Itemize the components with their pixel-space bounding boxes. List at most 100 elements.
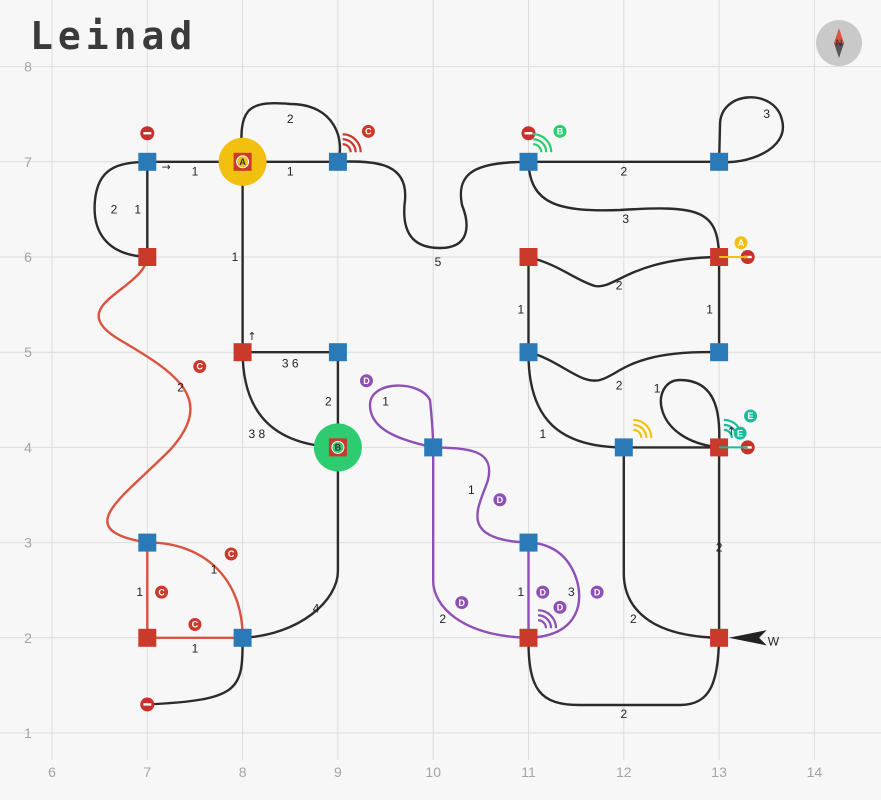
compass-icon: N bbox=[816, 20, 862, 66]
track-length-label: 2 bbox=[616, 379, 623, 393]
track-node bbox=[138, 152, 157, 171]
track-length-label: W bbox=[768, 635, 780, 649]
map-title: Leinad bbox=[30, 14, 198, 58]
track-length-label: 1 bbox=[539, 427, 546, 441]
svg-text:D: D bbox=[459, 598, 466, 608]
line-badge-b: B bbox=[553, 124, 567, 138]
line-badge-a: A bbox=[734, 236, 748, 250]
track-segment bbox=[241, 161, 340, 448]
svg-text:C: C bbox=[196, 362, 203, 372]
svg-text:D: D bbox=[540, 587, 547, 597]
track-length-label: 2 bbox=[616, 279, 623, 293]
direction-arrow-icon: ↑ bbox=[247, 330, 256, 343]
track-segment bbox=[97, 256, 192, 544]
track-length-label: 1 bbox=[287, 164, 294, 178]
line-badge-d: D bbox=[553, 600, 567, 614]
line-badge-c: C bbox=[193, 359, 207, 373]
track-length-label: 1 bbox=[518, 585, 525, 599]
svg-text:C: C bbox=[192, 620, 199, 630]
track-length-label: 3 bbox=[568, 585, 575, 599]
y-axis-tick: 6 bbox=[24, 249, 32, 265]
x-axis-tick: 10 bbox=[425, 764, 441, 780]
line-badge-c: C bbox=[188, 617, 202, 631]
track-length-label: 4 bbox=[313, 601, 320, 615]
track-length-label: 1 bbox=[468, 483, 475, 497]
track-node bbox=[519, 248, 538, 266]
x-axis-tick: 7 bbox=[143, 764, 151, 780]
y-axis-tick: 5 bbox=[24, 344, 32, 360]
svg-text:E: E bbox=[748, 411, 754, 421]
stop-sign-icon bbox=[140, 697, 155, 712]
svg-text:D: D bbox=[497, 495, 504, 505]
x-axis-tick: 13 bbox=[711, 764, 727, 780]
track-length-label: 3 bbox=[763, 107, 770, 121]
y-axis-tick: 7 bbox=[24, 154, 32, 170]
line-badge-d: D bbox=[455, 596, 469, 610]
svg-text:A: A bbox=[738, 238, 745, 248]
track-node bbox=[328, 343, 347, 362]
signal-icon bbox=[342, 133, 362, 153]
track-node bbox=[710, 152, 729, 171]
track-node bbox=[233, 343, 252, 362]
track-node bbox=[424, 438, 443, 457]
track-node bbox=[519, 343, 538, 362]
station-name: A bbox=[239, 157, 246, 167]
track-node bbox=[519, 152, 538, 171]
y-axis-tick: 8 bbox=[24, 59, 32, 75]
svg-text:D: D bbox=[557, 603, 564, 613]
y-axis-tick: 4 bbox=[24, 439, 32, 455]
track-length-label: 2 bbox=[620, 707, 627, 721]
track-length-label: 1 bbox=[232, 250, 239, 264]
track-length-label: 2 bbox=[716, 540, 723, 554]
y-axis-tick: 1 bbox=[24, 725, 32, 741]
track-length-label: 2 bbox=[439, 612, 446, 626]
track-segment bbox=[368, 384, 435, 449]
svg-text:D: D bbox=[594, 587, 601, 597]
track-length-label: 1 bbox=[192, 641, 199, 655]
x-axis-tick: 12 bbox=[616, 764, 632, 780]
x-axis-tick: 9 bbox=[334, 764, 342, 780]
track-length-label: 1 bbox=[706, 302, 713, 316]
track-length-label: 1 bbox=[192, 164, 199, 178]
line-badge-d: D bbox=[359, 374, 373, 388]
track-length-label: 2 bbox=[177, 380, 184, 394]
y-axis-tick: 2 bbox=[24, 630, 32, 646]
track-node bbox=[710, 628, 729, 647]
track-length-label: 1 bbox=[211, 562, 218, 576]
track-node bbox=[710, 343, 729, 362]
track-segment bbox=[623, 378, 721, 449]
line-badge-e: E bbox=[744, 409, 758, 423]
track-length-label: 1 bbox=[518, 302, 525, 316]
track-length-label: 2 bbox=[287, 112, 294, 126]
line-badge-c: C bbox=[155, 585, 169, 599]
track-length-label: 1 bbox=[136, 585, 143, 599]
track-length-label: 5 bbox=[435, 255, 442, 269]
track-node bbox=[614, 438, 633, 457]
stop-sign-icon bbox=[140, 126, 155, 141]
compass-north-label: N bbox=[836, 38, 843, 48]
y-axis-tick: 3 bbox=[24, 535, 32, 551]
track-length-label: 3 bbox=[622, 212, 629, 226]
track-node bbox=[233, 628, 252, 647]
track-length-label: 2 bbox=[325, 395, 332, 409]
track-length-label: 3 8 bbox=[249, 427, 266, 441]
track-length-label: 2 bbox=[630, 612, 637, 626]
track-node bbox=[519, 533, 538, 552]
svg-text:C: C bbox=[365, 127, 372, 137]
signal-icon bbox=[533, 133, 553, 153]
line-badge-d: D bbox=[493, 493, 507, 507]
x-axis-tick: 11 bbox=[521, 764, 536, 780]
track-node bbox=[138, 533, 157, 552]
track-length-label: 2 bbox=[620, 164, 627, 178]
x-axis-tick: 8 bbox=[239, 764, 247, 780]
x-axis-tick: 6 bbox=[48, 764, 56, 780]
x-axis-tick: 14 bbox=[807, 764, 823, 780]
line-badge-c: C bbox=[361, 124, 375, 138]
track-node bbox=[138, 628, 157, 647]
track-length-label: 1 bbox=[382, 395, 389, 409]
track-node bbox=[328, 152, 347, 171]
signal-icon bbox=[537, 609, 558, 629]
track-length-label: 3 6 bbox=[282, 357, 299, 371]
svg-text:B: B bbox=[557, 127, 564, 137]
line-badge-d: D bbox=[536, 585, 550, 599]
